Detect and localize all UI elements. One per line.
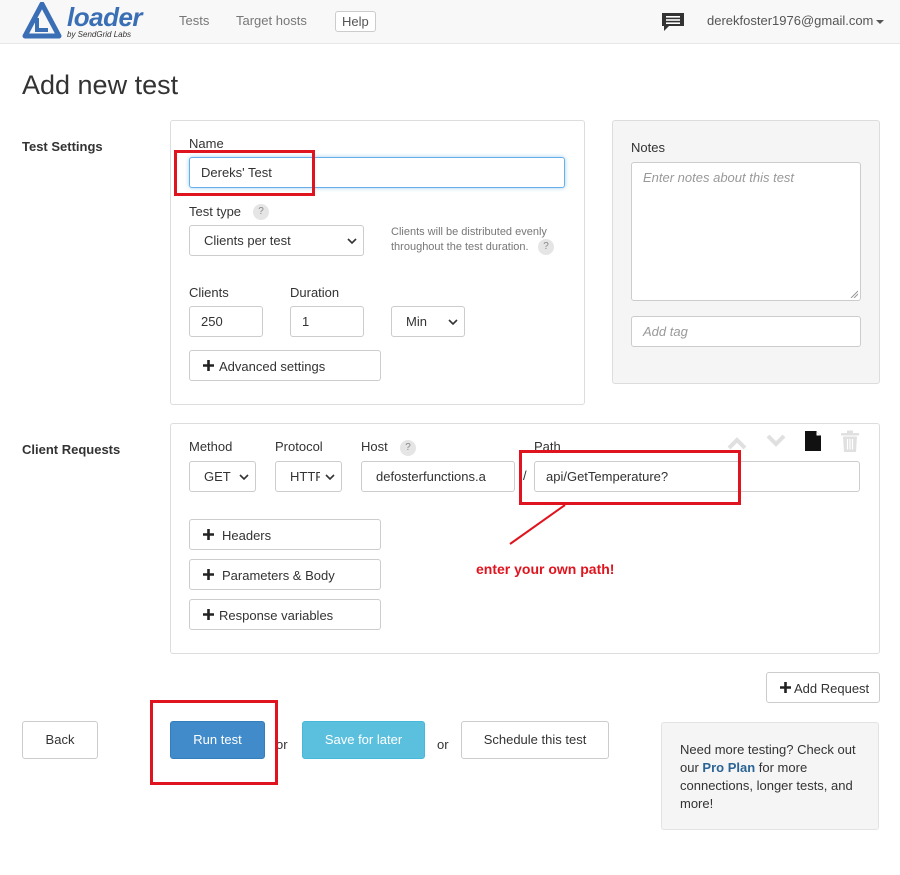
- advanced-settings-button[interactable]: Advanced settings: [189, 350, 381, 381]
- notes-label: Notes: [631, 140, 665, 155]
- user-email: derekfoster1976@gmail.com: [707, 13, 874, 28]
- delete-request-icon[interactable]: [840, 430, 860, 453]
- test-type-help-icon[interactable]: ?: [253, 204, 269, 220]
- path-annotation-text: enter your own path!: [476, 561, 615, 577]
- schedule-test-button[interactable]: Schedule this test: [461, 721, 609, 759]
- move-down-icon[interactable]: [766, 434, 786, 448]
- plus-icon: [780, 682, 791, 693]
- back-button[interactable]: Back: [22, 721, 98, 759]
- path-highlight-box: [519, 450, 741, 505]
- annotation-arrow: [509, 504, 566, 545]
- brand-subtitle: by SendGrid Labs: [67, 30, 132, 39]
- parameters-body-button[interactable]: Parameters & Body: [189, 559, 381, 590]
- brand-name: loader: [67, 2, 143, 32]
- notes-placeholder: Enter notes about this test: [643, 170, 795, 185]
- chat-icon[interactable]: [660, 11, 686, 33]
- clients-value: 250: [201, 314, 223, 329]
- loader-logo[interactable]: loader by SendGrid Labs: [22, 2, 147, 42]
- save-for-later-button[interactable]: Save for later: [302, 721, 425, 759]
- nav-target-hosts-link[interactable]: Target hosts: [236, 13, 307, 28]
- response-variables-label: Response variables: [219, 608, 334, 623]
- plus-icon: [203, 569, 214, 580]
- run-test-highlight-box: [150, 700, 278, 785]
- response-variables-button[interactable]: Response variables: [189, 599, 381, 630]
- duration-input[interactable]: 1: [290, 306, 364, 337]
- add-request-button[interactable]: Add Request: [766, 672, 880, 703]
- headers-button[interactable]: Headers: [189, 519, 381, 550]
- test-type-label: Test type: [189, 204, 242, 219]
- advanced-settings-label: Advanced settings: [219, 359, 326, 374]
- duration-label: Duration: [290, 285, 340, 300]
- chevron-down-icon: [876, 19, 885, 24]
- protocol-label: Protocol: [275, 439, 323, 454]
- distribution-note-line1: Clients will be distributed evenly: [391, 226, 547, 238]
- chevron-down-icon: [448, 319, 458, 326]
- resize-handle-icon[interactable]: [850, 290, 858, 298]
- parameters-body-label: Parameters & Body: [222, 568, 335, 583]
- protocol-value: HTTP: [290, 469, 320, 484]
- pro-plan-link[interactable]: Pro Plan: [702, 760, 755, 775]
- name-label: Name: [189, 136, 224, 151]
- add-tag-placeholder: Add tag: [643, 324, 688, 339]
- clients-label: Clients: [189, 285, 229, 300]
- distribution-help-icon[interactable]: ?: [538, 239, 554, 255]
- method-select[interactable]: GET: [189, 461, 256, 492]
- host-help-icon[interactable]: ?: [400, 440, 416, 456]
- page-title: Add new test: [22, 70, 179, 100]
- test-type-value: Clients per test: [204, 233, 291, 248]
- host-select[interactable]: defosterfunctions.azurewebsites.net: [361, 461, 515, 492]
- duration-value: 1: [302, 314, 310, 329]
- chevron-down-icon: [325, 474, 335, 481]
- method-label: Method: [189, 439, 233, 454]
- method-value: GET: [204, 469, 231, 484]
- add-request-label: Add Request: [794, 681, 870, 696]
- nav-help-button[interactable]: Help: [335, 11, 376, 32]
- chevron-down-icon: [239, 474, 249, 481]
- test-type-select[interactable]: Clients per test: [189, 225, 364, 256]
- duration-unit-value: Min: [406, 314, 427, 329]
- plus-icon: [203, 529, 214, 540]
- top-navbar: loader by SendGrid Labs Tests Target hos…: [0, 0, 900, 44]
- pro-plan-promo: Need more testing? Check out our Pro Pla…: [661, 722, 879, 830]
- duplicate-request-icon[interactable]: [804, 430, 822, 452]
- headers-label: Headers: [222, 528, 272, 543]
- clients-input[interactable]: 250: [189, 306, 263, 337]
- protocol-select[interactable]: HTTP: [275, 461, 342, 492]
- nav-tests-link[interactable]: Tests: [179, 13, 209, 28]
- move-up-icon[interactable]: [727, 436, 747, 450]
- duration-unit-select[interactable]: Min: [391, 306, 465, 337]
- loader-logo-icon: [22, 2, 62, 39]
- host-label: Host: [361, 439, 388, 454]
- add-tag-input[interactable]: Add tag: [631, 316, 861, 347]
- distribution-note: Clients will be distributed evenly throug…: [391, 225, 547, 255]
- or-separator: or: [437, 737, 449, 752]
- test-settings-heading: Test Settings: [22, 139, 103, 154]
- host-value: defosterfunctions.azurewebsites.net: [376, 469, 486, 484]
- distribution-note-line2: throughout the test duration.: [391, 241, 529, 253]
- notes-textarea[interactable]: Enter notes about this test: [631, 162, 861, 301]
- client-requests-heading: Client Requests: [22, 442, 121, 457]
- chevron-down-icon: [347, 238, 357, 245]
- user-account-menu[interactable]: derekfoster1976@gmail.com: [707, 13, 885, 28]
- plus-icon: [203, 360, 214, 371]
- name-highlight-box: [174, 150, 315, 196]
- plus-icon: [203, 609, 214, 620]
